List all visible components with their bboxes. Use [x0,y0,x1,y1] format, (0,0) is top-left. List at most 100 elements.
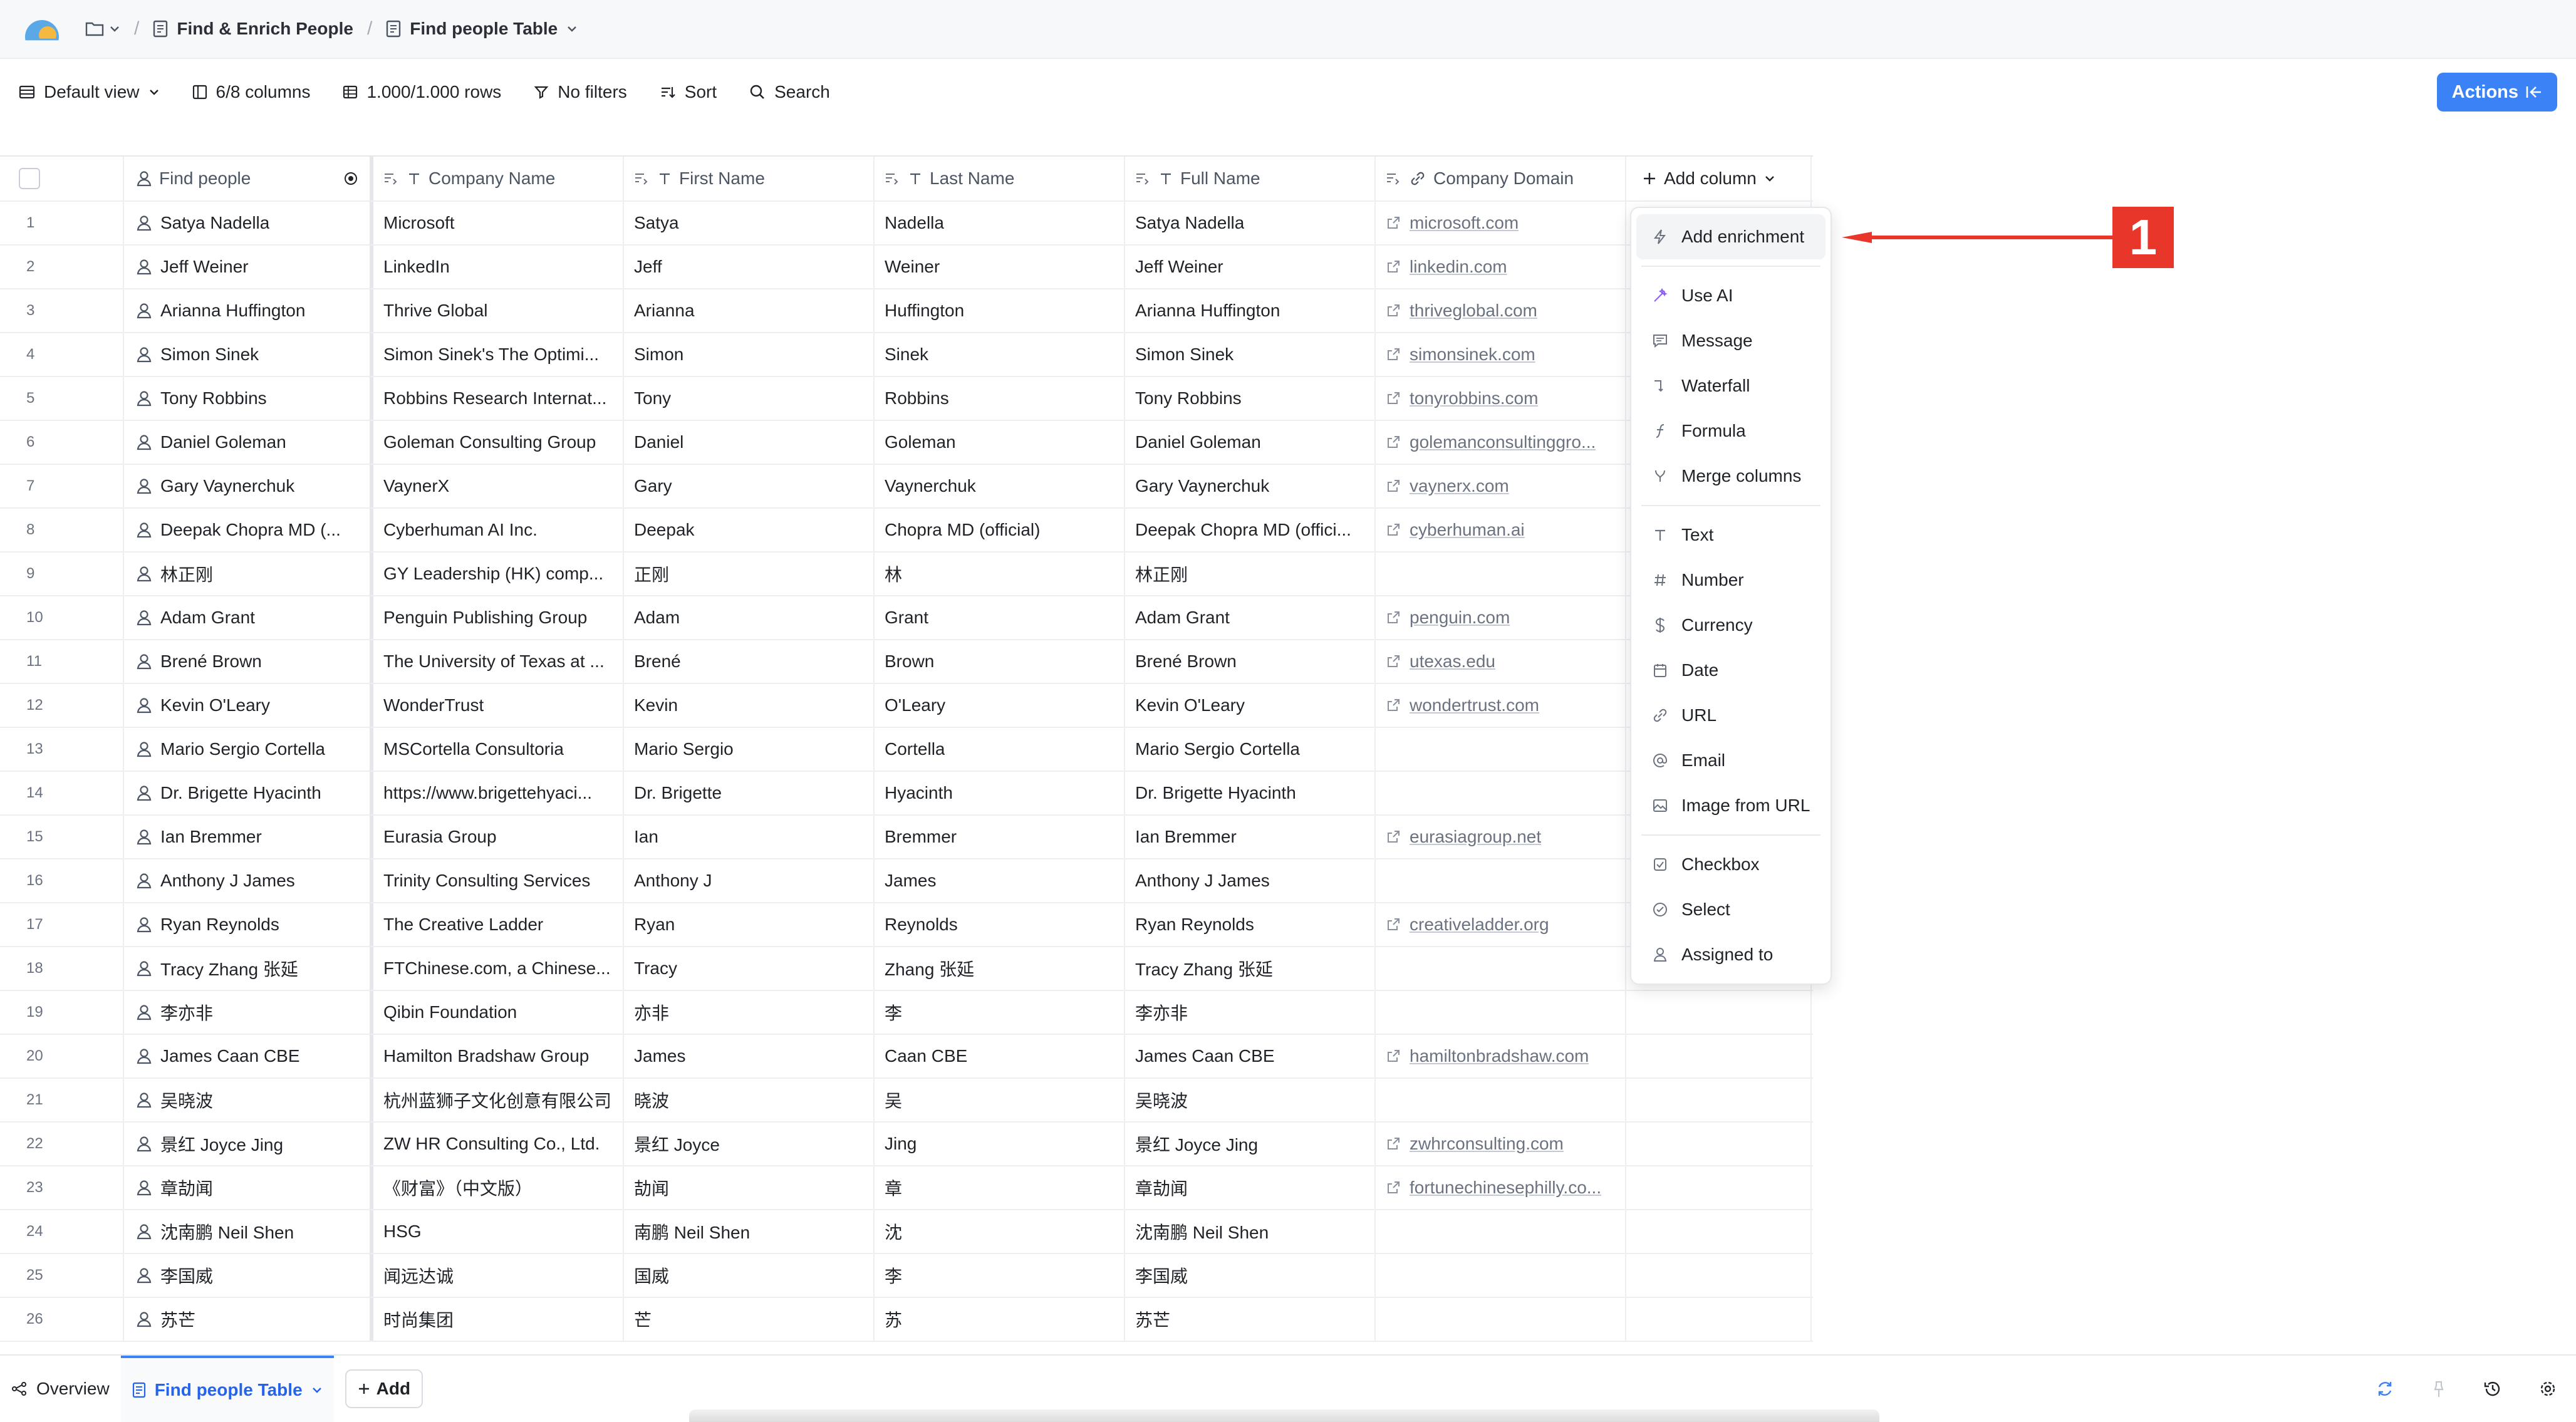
company-domain-cell[interactable]: utexas.edu [1376,640,1626,683]
full-name-cell[interactable]: 沈南鹏 Neil Shen [1125,1210,1376,1253]
company-name-cell[interactable]: Qibin Foundation [373,991,624,1034]
sort-button[interactable]: Sort [660,82,717,102]
company-name-cell[interactable]: MSCortella Consultoria [373,728,624,771]
find-people-cell[interactable]: 章劼闻 [124,1166,373,1209]
first-name-cell[interactable]: 亦非 [624,991,875,1034]
company-domain-link[interactable]: thriveglobal.com [1410,301,1537,321]
first-name-cell[interactable]: 晓波 [624,1079,875,1121]
header-find-people[interactable]: Find people [124,157,373,200]
last-name-cell[interactable]: O'Leary [875,684,1125,727]
table-row[interactable]: 22 景红 Joyce Jing ZW HR Consulting Co., Ltd… [0,1123,1813,1166]
company-domain-cell[interactable]: cyberhuman.ai [1376,509,1626,551]
menu-item-select[interactable]: Select [1631,887,1831,932]
company-domain-link[interactable]: simonsinek.com [1410,345,1535,365]
last-name-cell[interactable]: 李 [875,991,1125,1034]
full-name-cell[interactable]: Gary Vaynerchuk [1125,465,1376,507]
company-domain-link[interactable]: vaynerx.com [1410,476,1509,496]
company-name-cell[interactable]: Cyberhuman AI Inc. [373,509,624,551]
breadcrumb-parent[interactable]: Find & Enrich People [153,19,353,39]
company-domain-link[interactable]: zwhrconsulting.com [1410,1134,1564,1154]
find-people-cell[interactable]: 苏芒 [124,1298,373,1341]
menu-item-email[interactable]: Email [1631,738,1831,783]
add-column-button[interactable]: Add column [1636,169,1775,189]
menu-item-use-ai[interactable]: Use AI [1631,273,1831,318]
header-company-domain[interactable]: Company Domain [1376,157,1626,200]
full-name-cell[interactable]: Daniel Goleman [1125,421,1376,464]
table-row[interactable]: 14 Dr. Brigette Hyacinth https://www.brige… [0,772,1813,816]
last-name-cell[interactable]: Zhang 张延 [875,947,1125,990]
find-people-cell[interactable]: Ian Bremmer [124,816,373,858]
table-row[interactable]: 15 Ian Bremmer Eurasia Group Ian Bremmer Ian … [0,816,1813,859]
menu-item-image-from-url[interactable]: Image from URL [1631,783,1831,828]
first-name-cell[interactable]: Brené [624,640,875,683]
first-name-cell[interactable]: James [624,1035,875,1077]
table-row[interactable]: 6 Daniel Goleman Goleman Consulting Group D… [0,421,1813,465]
full-name-cell[interactable]: Brené Brown [1125,640,1376,683]
company-domain-cell[interactable] [1376,1079,1626,1121]
full-name-cell[interactable]: Kevin O'Leary [1125,684,1376,727]
find-people-cell[interactable]: Brené Brown [124,640,373,683]
find-people-cell[interactable]: Satya Nadella [124,202,373,244]
menu-item-formula[interactable]: Formula [1631,408,1831,454]
company-domain-cell[interactable]: wondertrust.com [1376,684,1626,727]
menu-item-message[interactable]: Message [1631,318,1831,363]
find-people-cell[interactable]: Jeff Weiner [124,246,373,288]
company-name-cell[interactable]: Trinity Consulting Services [373,859,624,902]
first-name-cell[interactable]: 芒 [624,1298,875,1341]
table-row[interactable]: 1 Satya Nadella Microsoft Satya Nadella Satya… [0,202,1813,246]
first-name-cell[interactable]: 景红 Joyce [624,1123,875,1165]
find-people-cell[interactable]: 李国威 [124,1254,373,1297]
find-people-cell[interactable]: 景红 Joyce Jing [124,1123,373,1165]
full-name-cell[interactable]: Satya Nadella [1125,202,1376,244]
full-name-cell[interactable]: Anthony J James [1125,859,1376,902]
company-name-cell[interactable]: The University of Texas at ... [373,640,624,683]
find-people-cell[interactable]: Dr. Brigette Hyacinth [124,772,373,814]
first-name-cell[interactable]: Kevin [624,684,875,727]
external-link-icon[interactable] [1386,391,1401,406]
menu-item-add-enrichment[interactable]: Add enrichment [1636,214,1826,259]
add-tab-button[interactable]: Add [345,1369,423,1408]
first-name-cell[interactable]: Simon [624,333,875,376]
full-name-cell[interactable]: Adam Grant [1125,596,1376,639]
company-domain-cell[interactable]: eurasiagroup.net [1376,816,1626,858]
last-name-cell[interactable]: Robbins [875,377,1125,420]
find-people-cell[interactable]: Daniel Goleman [124,421,373,464]
company-domain-cell[interactable]: golemanconsultinggro... [1376,421,1626,464]
external-link-icon[interactable] [1386,654,1401,669]
find-people-cell[interactable]: Ryan Reynolds [124,903,373,946]
find-people-cell[interactable]: Anthony J James [124,859,373,902]
company-name-cell[interactable]: Microsoft [373,202,624,244]
table-row[interactable]: 24 沈南鹏 Neil Shen HSG 南鹏 Neil Shen 沈 沈南鹏 Neil … [0,1210,1813,1254]
columns-button[interactable]: 6/8 columns [192,82,310,102]
company-name-cell[interactable]: HSG [373,1210,624,1253]
company-name-cell[interactable]: Robbins Research Internat... [373,377,624,420]
first-name-cell[interactable]: Tracy [624,947,875,990]
full-name-cell[interactable]: Arianna Huffington [1125,289,1376,332]
company-domain-link[interactable]: wondertrust.com [1410,695,1539,715]
first-name-cell[interactable]: Deepak [624,509,875,551]
tab-find-people-table[interactable]: Find people Table [120,1356,334,1422]
external-link-icon[interactable] [1386,303,1401,318]
last-name-cell[interactable]: Grant [875,596,1125,639]
first-name-cell[interactable]: Arianna [624,289,875,332]
first-name-cell[interactable]: Ryan [624,903,875,946]
menu-item-currency[interactable]: Currency [1631,603,1831,648]
company-name-cell[interactable]: 闻远达诚 [373,1254,624,1297]
find-people-cell[interactable]: James Caan CBE [124,1035,373,1077]
table-row[interactable]: 11 Brené Brown The University of Texas at … [0,640,1813,684]
full-name-cell[interactable]: 李国威 [1125,1254,1376,1297]
first-name-cell[interactable]: 劼闻 [624,1166,875,1209]
company-domain-cell[interactable]: linkedin.com [1376,246,1626,288]
company-domain-link[interactable]: fortunechinesephilly.co... [1410,1178,1601,1198]
first-name-cell[interactable]: Gary [624,465,875,507]
last-name-cell[interactable]: Sinek [875,333,1125,376]
first-name-cell[interactable]: Daniel [624,421,875,464]
menu-item-assigned-to[interactable]: Assigned to [1631,932,1831,977]
table-row[interactable]: 26 苏芒 时尚集团 芒 苏 苏芒 [0,1298,1813,1342]
search-button[interactable]: Search [749,82,830,102]
find-people-cell[interactable]: Tracy Zhang 张延 [124,947,373,990]
last-name-cell[interactable]: Jing [875,1123,1125,1165]
table-row[interactable]: 2 Jeff Weiner LinkedIn Jeff Weiner Jeff Weine… [0,246,1813,289]
company-name-cell[interactable]: WonderTrust [373,684,624,727]
header-company-name[interactable]: Company Name [373,157,624,200]
